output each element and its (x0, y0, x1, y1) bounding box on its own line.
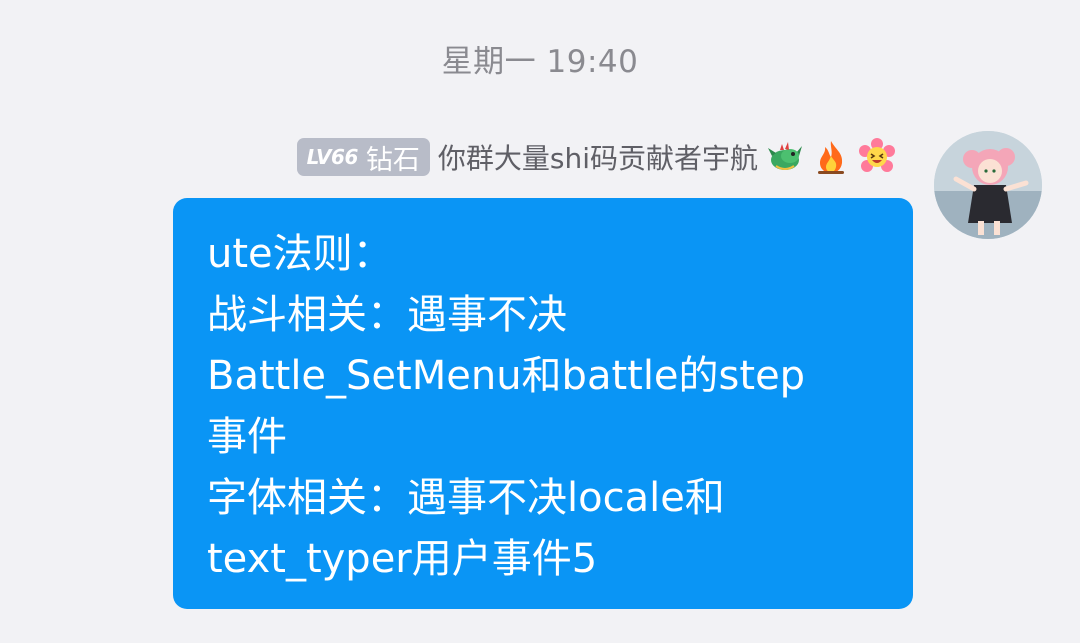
message-line: 字体相关：遇事不决locale和 (207, 475, 725, 521)
message-bubble[interactable]: ute法则： 战斗相关：遇事不决 Battle_SetMenu和battle的s… (173, 198, 913, 609)
laughing-flower-emoji-icon (858, 138, 896, 176)
sender-name[interactable]: 你群大量shi码贡献者宇航 (438, 137, 758, 177)
message-line: ute法则： (207, 231, 393, 277)
message-timestamp: 星期一 19:40 (441, 44, 639, 80)
dragon-emoji-icon (766, 138, 804, 176)
badge-rank: 钻石 (365, 144, 420, 176)
badge-level: LV66 (306, 145, 359, 169)
message-line: Battle_SetMenu和battle的step (207, 353, 806, 399)
sender-header: LV66 钻石 你群大量shi码贡献者宇航 (296, 136, 896, 178)
message-line: 战斗相关：遇事不决 (207, 292, 567, 338)
member-level-badge[interactable]: LV66 钻石 (296, 138, 430, 176)
message-line: 事件 (207, 414, 287, 460)
message-line: text_typer用户事件5 (207, 536, 598, 582)
sender-avatar[interactable] (934, 131, 1042, 239)
chat-view: 星期一 19:40 LV66 钻石 你群大量shi码贡献者宇航 ute法则： 战… (0, 0, 1080, 643)
fire-emoji-icon (812, 138, 850, 176)
